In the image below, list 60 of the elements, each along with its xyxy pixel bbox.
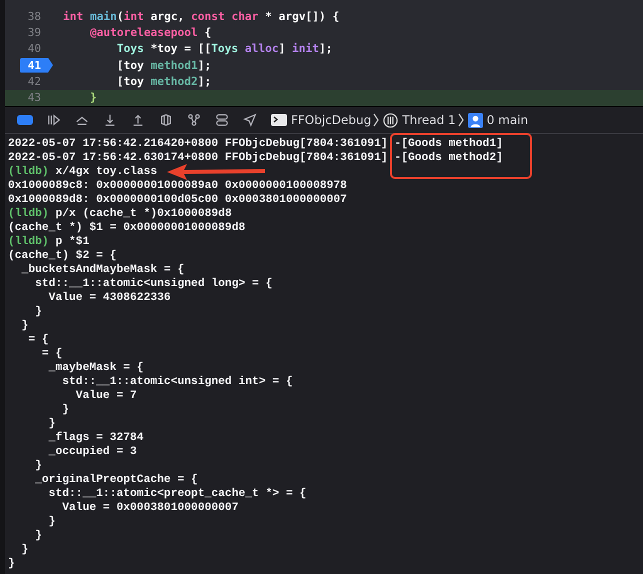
console-output: Value = 4308622336 <box>48 291 171 305</box>
breadcrumb-item[interactable]: FFObjcDebug <box>291 113 372 127</box>
console-output: std::__1::atomic<preopt_cache_t *> = { <box>48 487 306 501</box>
chevron-icon <box>373 113 380 127</box>
console-output: _occupied = 3 <box>48 445 137 459</box>
line-number: 40 <box>26 41 42 56</box>
line-number: 43 <box>26 90 42 106</box>
console-command: (lldb) p *$1 <box>8 235 90 249</box>
console-output: _bucketsAndMaybeMask = { <box>20 263 184 277</box>
breadcrumb-item[interactable]: 0 main <box>486 113 528 127</box>
console-command: (lldb) x/4gx toy.class <box>8 165 158 179</box>
continue-icon[interactable] <box>47 113 61 127</box>
code-line: [toy method2]; <box>116 74 212 88</box>
console-output: } <box>20 543 28 557</box>
code-line: Toys *toy = [[Toys alloc] init]; <box>116 42 332 56</box>
console-output: } <box>48 417 56 431</box>
console-output: 2022-05-07 17:56:42.630174+0800 FFObjcDebug[7804:361091] -[Goods method2] <box>8 151 503 165</box>
console-output: std::__1::atomic<unsigned long> = { <box>34 277 272 291</box>
console-output: Value = 7 <box>74 389 137 403</box>
thread-icon <box>383 112 398 128</box>
console-output: } <box>8 557 15 571</box>
console-output: } <box>34 529 42 543</box>
chevron-icon <box>458 113 464 127</box>
code-line: @autoreleasepool { <box>88 26 212 39</box>
breadcrumb-item[interactable]: Thread 1 <box>402 113 456 127</box>
step-into-icon[interactable] <box>103 113 117 127</box>
console-output: _originalPreoptCache = { <box>34 473 198 487</box>
console-output: = { <box>27 333 49 347</box>
console-output: 0x1000089d8: 0x0000000100d05c00 0x0003801000000007 <box>8 193 347 207</box>
console-command: (lldb) p/x (cache_t *)0x1000089d8 <box>8 207 232 221</box>
line-number: 42 <box>26 74 42 89</box>
console-output: } <box>34 305 42 319</box>
line-number: 39 <box>26 24 42 40</box>
console-output: std::__1::atomic<unsigned int> = { <box>61 375 293 389</box>
code-line: int main(int argc, const char * argv[]) { <box>63 10 340 23</box>
console-output: } <box>61 403 70 417</box>
terminal-icon <box>271 113 287 127</box>
code-line: [toy method1]; <box>116 58 212 72</box>
line-number: 38 <box>26 8 42 24</box>
switch-icon[interactable] <box>215 113 229 127</box>
layers-icon[interactable] <box>159 113 173 127</box>
console-output: Value = 0x0003801000000007 <box>61 501 238 515</box>
console-output: _flags = 32784 <box>48 431 144 445</box>
person-icon <box>468 112 483 128</box>
console-output: } <box>34 459 42 473</box>
console-output: = { <box>40 347 62 361</box>
console-output: 2022-05-07 17:56:42.216420+0800 FFObjcDebug[7804:361091] -[Goods method1] <box>8 137 503 151</box>
console-output: (cache_t) $2 = { <box>8 249 116 263</box>
step-out-icon[interactable] <box>131 113 145 127</box>
arrow-icon <box>167 164 267 180</box>
graph-icon[interactable] <box>187 113 201 127</box>
location-icon[interactable] <box>243 113 257 127</box>
toggle-icon[interactable] <box>17 115 33 125</box>
breakpoint-marker[interactable]: 41 <box>20 58 53 73</box>
console-output: (cache_t *) $1 = 0x00000001000089d8 <box>8 221 246 235</box>
console-output: 0x1000089c8: 0x00000001000089a0 0x0000000100008978 <box>8 179 347 193</box>
code-line: } <box>88 91 97 104</box>
console-output: } <box>20 319 28 333</box>
console-output: } <box>48 515 56 529</box>
console-output: _maybeMask = { <box>48 361 144 375</box>
